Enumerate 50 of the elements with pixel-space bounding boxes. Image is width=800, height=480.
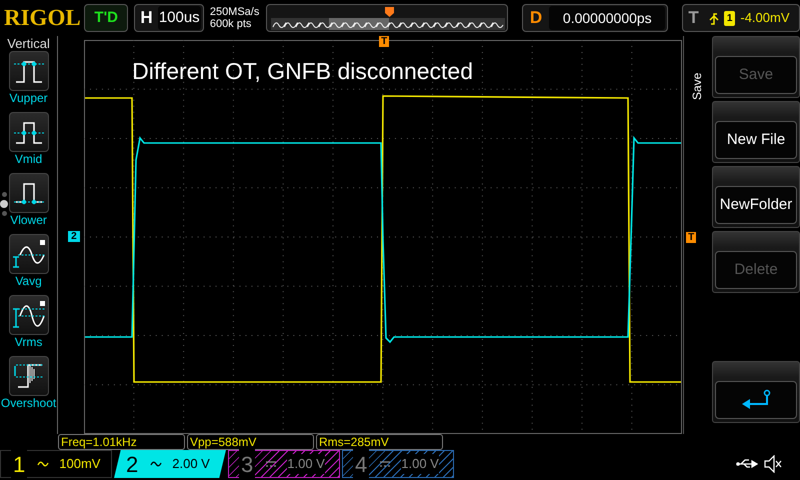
- measure-button[interactable]: [8, 234, 49, 274]
- channel-tab[interactable]: 1 100mV: [0, 450, 112, 478]
- ac-coupling-icon: [150, 459, 162, 469]
- timebase-control[interactable]: H 100us: [134, 4, 204, 32]
- measure-button[interactable]: [8, 356, 49, 396]
- trigger-level: -4.00mV: [740, 9, 790, 28]
- page-dot[interactable]: [2, 192, 6, 197]
- measure-button[interactable]: [8, 112, 49, 152]
- memory-depth: 600k pts: [210, 18, 252, 30]
- menu-title: Vertical: [7, 36, 50, 51]
- page-dot[interactable]: [2, 211, 6, 216]
- measure-button[interactable]: [8, 51, 49, 91]
- speaker-muted-icon: [764, 455, 782, 473]
- delay-value: 0.00000000ps: [549, 6, 666, 30]
- menu-title: Save: [689, 72, 705, 100]
- trigger-control[interactable]: T 1 -4.00mV: [682, 4, 800, 32]
- trigger-source: 1: [724, 10, 736, 26]
- delay-label: D: [528, 7, 544, 30]
- measure-button[interactable]: [8, 173, 49, 213]
- channel-tab[interactable]: 2 2.00 V: [114, 450, 226, 478]
- measure-label: Vlower: [10, 213, 47, 228]
- horizontal-label: H: [139, 7, 154, 30]
- brand-logo: RIGOL: [4, 4, 78, 32]
- rising-edge-icon: [708, 12, 719, 24]
- run-status: T'D: [84, 4, 128, 32]
- measure-label: Vmid: [14, 152, 42, 167]
- measure-label: Overshoot: [0, 396, 56, 411]
- channel-tab[interactable]: 4 1.00 V: [342, 450, 454, 478]
- trigger-level-marker: T: [686, 232, 696, 243]
- sample-rate: 250MSa/s: [210, 6, 260, 18]
- back-button[interactable]: [715, 381, 797, 419]
- trigger-label: T: [687, 7, 700, 30]
- trigger-position-marker: T: [379, 36, 390, 47]
- annotation-text: Different OT, GNFB disconnected: [132, 57, 473, 86]
- page-dot[interactable]: [0, 200, 8, 208]
- ac-coupling-icon: [37, 459, 50, 469]
- timebase-value: 100us: [158, 6, 201, 30]
- measure-label: Vupper: [9, 91, 48, 106]
- channel-marker: 2: [68, 231, 80, 242]
- measure-button[interactable]: [8, 295, 49, 335]
- delay-control[interactable]: D 0.00000000ps: [522, 4, 668, 32]
- softkey-button[interactable]: NewFolder: [715, 186, 797, 224]
- channel-tab[interactable]: 3 1.00 V: [228, 450, 340, 478]
- softkey-button[interactable]: New File: [715, 121, 797, 159]
- dc-coupling-icon: [265, 459, 278, 469]
- usb-icon: [736, 458, 758, 470]
- measurement-readout: Freq=1.01kHz: [58, 434, 185, 450]
- measure-label: Vavg: [15, 274, 42, 289]
- measure-label: Vrms: [14, 335, 42, 350]
- dc-coupling-icon: [379, 459, 392, 469]
